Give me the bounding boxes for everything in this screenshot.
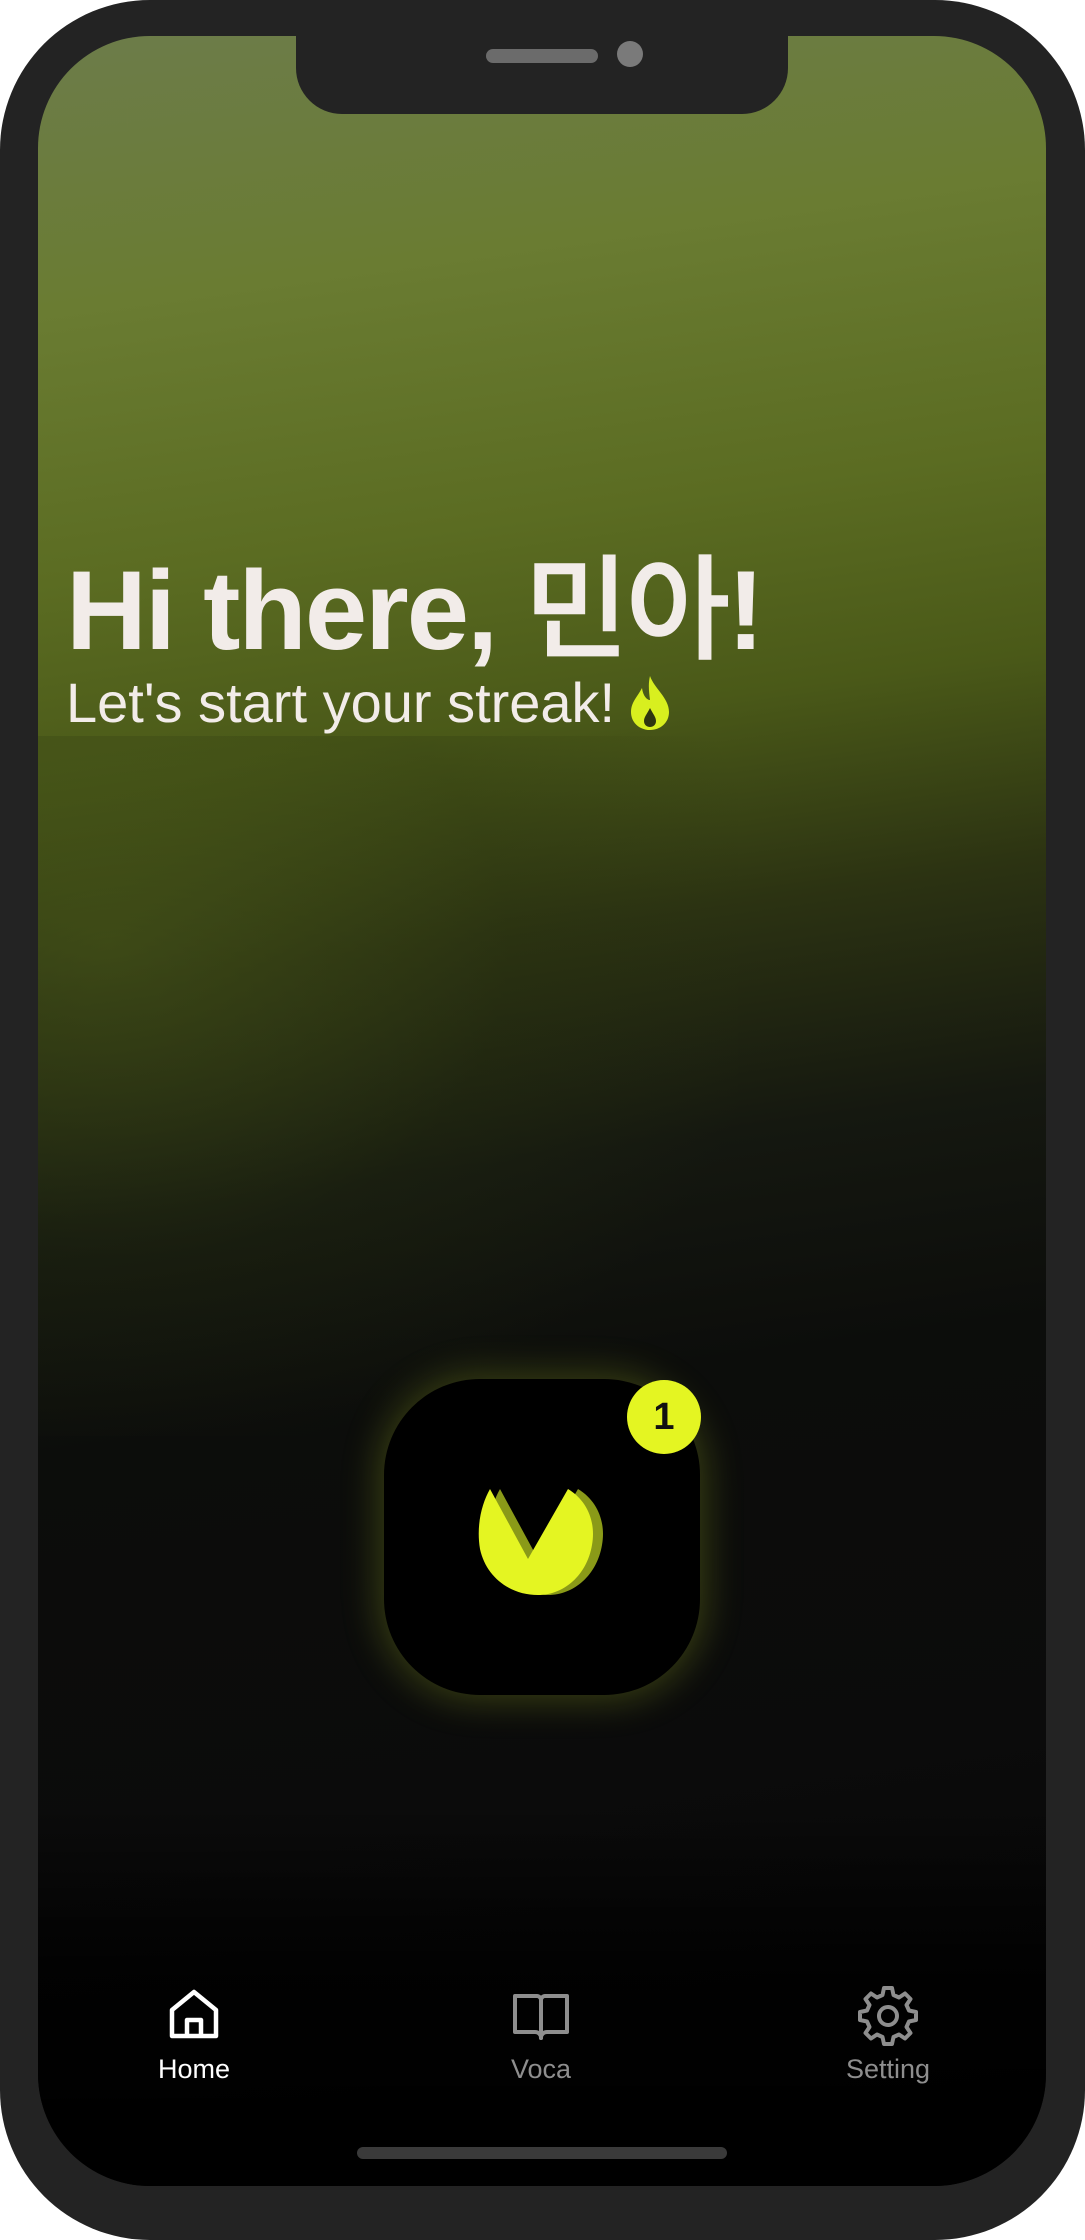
speaker-grille bbox=[486, 49, 598, 63]
book-icon bbox=[513, 1994, 569, 2040]
tab-setting[interactable]: Setting bbox=[798, 1982, 978, 2085]
tab-voca[interactable]: Voca bbox=[451, 1982, 631, 2085]
home-icon bbox=[169, 1989, 219, 2039]
greeting-subtitle-row: Let's start your streak! bbox=[66, 670, 673, 735]
flame-icon bbox=[627, 674, 673, 732]
home-indicator[interactable] bbox=[357, 2147, 727, 2159]
v-logo-icon bbox=[478, 1489, 603, 1595]
phone-frame: Hi there, 민아! Let's start your streak! 1… bbox=[0, 0, 1085, 2240]
screen bbox=[38, 36, 1046, 2186]
tab-setting-label: Setting bbox=[845, 2054, 931, 2084]
tab-home[interactable]: Home bbox=[104, 1982, 284, 2085]
tab-bar: Home Voca Setting bbox=[38, 1970, 1046, 2140]
tab-voca-label: Voca bbox=[510, 2054, 572, 2084]
notification-badge: 1 bbox=[627, 1380, 701, 1454]
greeting-title: Hi there, 민아! bbox=[66, 548, 765, 673]
greeting-subtitle: Let's start your streak! bbox=[66, 671, 616, 734]
gear-icon bbox=[858, 1986, 918, 2046]
front-camera bbox=[617, 41, 643, 67]
tab-home-label: Home bbox=[157, 2054, 231, 2084]
